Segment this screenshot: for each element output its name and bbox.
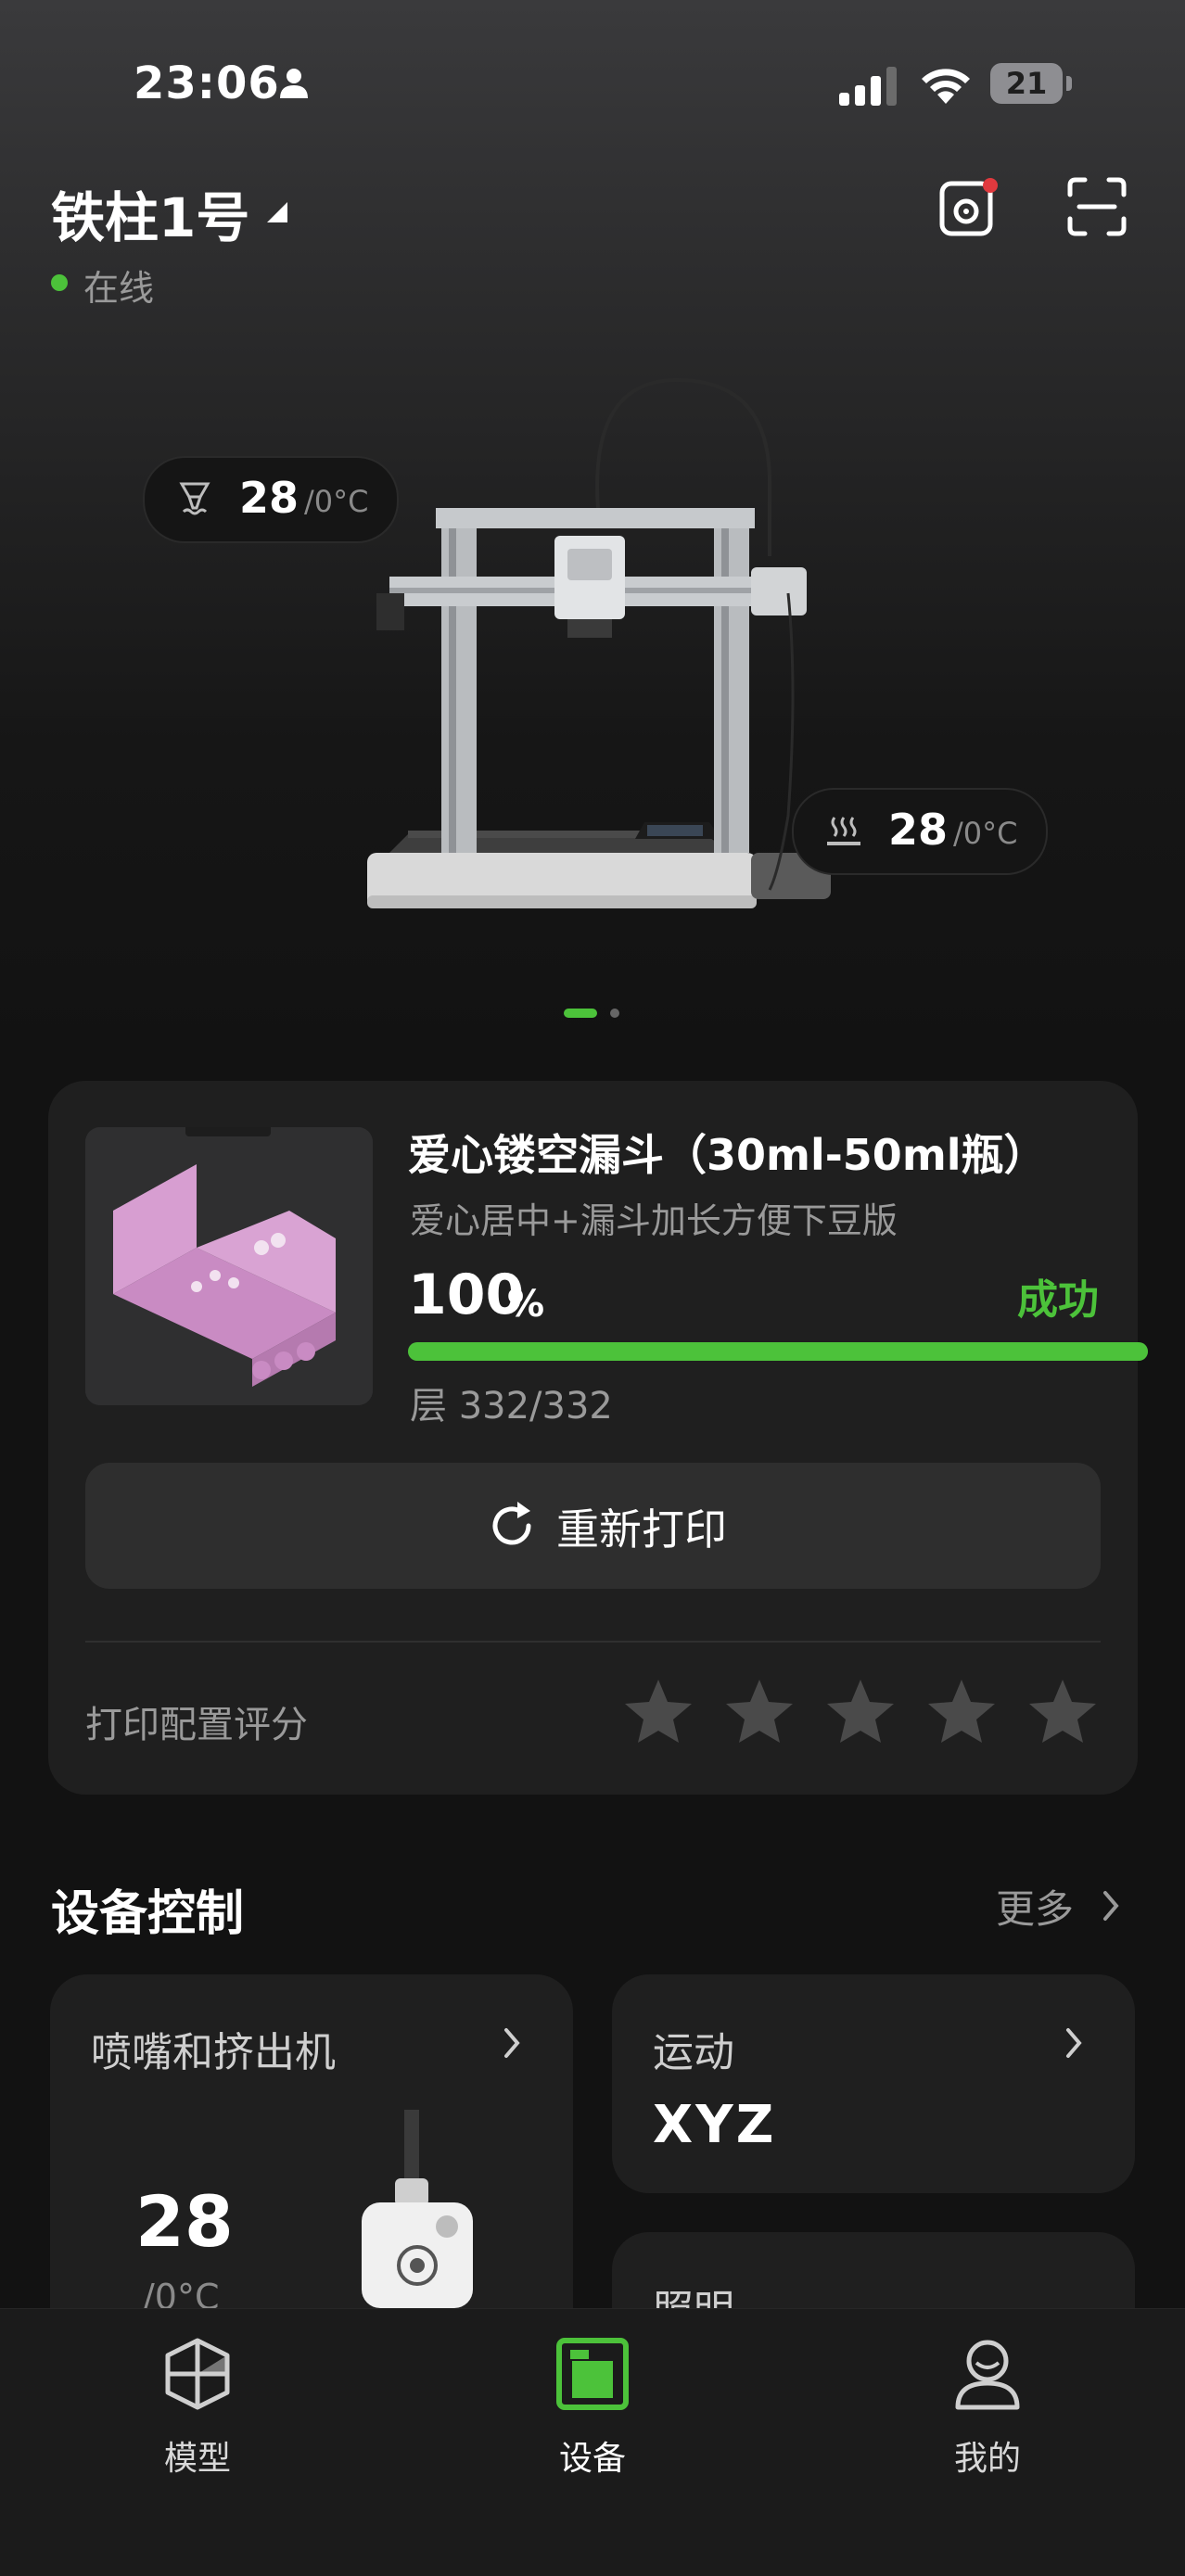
star-icon[interactable] — [823, 1674, 898, 1748]
reprint-label: 重新打印 — [556, 1504, 727, 1554]
bed-temp-value: 28 — [888, 805, 949, 855]
reprint-button[interactable]: 重新打印 — [85, 1463, 1101, 1589]
bed-temp-target: /0°C — [953, 816, 1018, 851]
star-icon[interactable] — [621, 1674, 695, 1748]
device-name-selector[interactable]: 铁柱1号 — [51, 174, 249, 252]
tab-label: 设备 — [558, 2440, 626, 2478]
online-status-text: 在线 — [83, 268, 155, 309]
chevron-right-icon — [1066, 2028, 1082, 2058]
nozzle-extruder-title: 喷嘴和挤出机 — [91, 2029, 336, 2076]
tab-profile[interactable]: 我的 — [895, 2335, 1080, 2480]
model-thumbnail[interactable] — [85, 1127, 373, 1405]
more-link[interactable]: 更多 — [996, 1878, 1074, 1935]
scan-icon[interactable] — [1066, 176, 1128, 237]
print-job-card: 爱心镂空漏斗（30ml-50ml瓶） 爱心居中+漏斗加长方便下豆版 100 % … — [48, 1081, 1148, 1795]
profile-person-icon — [955, 2340, 1020, 2410]
tab-models[interactable]: 模型 — [105, 2335, 290, 2480]
progress-bar — [408, 1342, 1148, 1361]
card-divider — [85, 1641, 1101, 1643]
section-title-device-control: 设备控制 — [51, 1886, 245, 1942]
wifi-icon — [922, 69, 970, 104]
motion-card[interactable]: 运动 XYZ — [612, 1974, 1135, 2193]
progress-percent-unit: % — [507, 1283, 545, 1326]
layer-count: 层 332/332 — [410, 1385, 613, 1428]
battery-level: 21 — [1005, 66, 1048, 101]
battery-indicator: 21 — [990, 63, 1074, 104]
page-dot — [610, 1009, 619, 1018]
model-preview-image — [85, 1127, 373, 1405]
nozzle-card-temp: 28 — [135, 2180, 234, 2263]
heated-bed-icon — [827, 817, 860, 845]
tab-label: 模型 — [163, 2440, 231, 2478]
refresh-icon — [492, 1502, 531, 1545]
nozzle-temperature-badge[interactable]: 28 /0°C — [143, 456, 399, 543]
job-title: 爱心镂空漏斗（30ml-50ml瓶） — [408, 1130, 1047, 1180]
star-icon[interactable] — [924, 1674, 999, 1748]
chevron-right-icon[interactable] — [1102, 1889, 1120, 1922]
motion-title: 运动 — [653, 2029, 734, 2076]
camera-icon[interactable] — [937, 174, 1001, 239]
person-status-icon — [280, 69, 308, 98]
nozzle-temp-target: /0°C — [304, 484, 369, 519]
printer-device-icon — [556, 2338, 629, 2410]
online-status-dot — [51, 274, 68, 291]
extruder-illustration — [362, 2110, 473, 2308]
tab-label: 我的 — [953, 2440, 1021, 2478]
job-status-badge: 成功 — [1017, 1276, 1099, 1324]
nozzle-temp-value: 28 — [239, 473, 299, 523]
bed-temperature-badge[interactable]: 28 /0°C — [792, 788, 1048, 875]
star-icon[interactable] — [722, 1674, 796, 1748]
notification-dot — [983, 178, 998, 193]
bottom-tab-bar: 模型 设备 我的 — [0, 2308, 1185, 2576]
job-subtitle: 爱心居中+漏斗加长方便下豆版 — [410, 1200, 898, 1241]
tab-device[interactable]: 设备 — [500, 2335, 685, 2480]
star-icon[interactable] — [1026, 1674, 1100, 1748]
printer-image[interactable] — [352, 371, 835, 927]
chevron-right-icon — [504, 2028, 520, 2058]
caret-down-icon[interactable] — [267, 202, 287, 222]
page-dot-active — [564, 1009, 597, 1018]
rating-label: 打印配置评分 — [85, 1704, 308, 1746]
model-cubes-icon — [165, 2338, 230, 2410]
battery-tip — [1066, 76, 1072, 91]
motion-axes-value: XYZ — [653, 2095, 777, 2155]
nozzle-icon — [179, 482, 210, 515]
progress-bar-fill — [408, 1342, 1148, 1361]
status-time: 23:06 — [134, 57, 280, 109]
cellular-signal-icon — [839, 67, 897, 106]
